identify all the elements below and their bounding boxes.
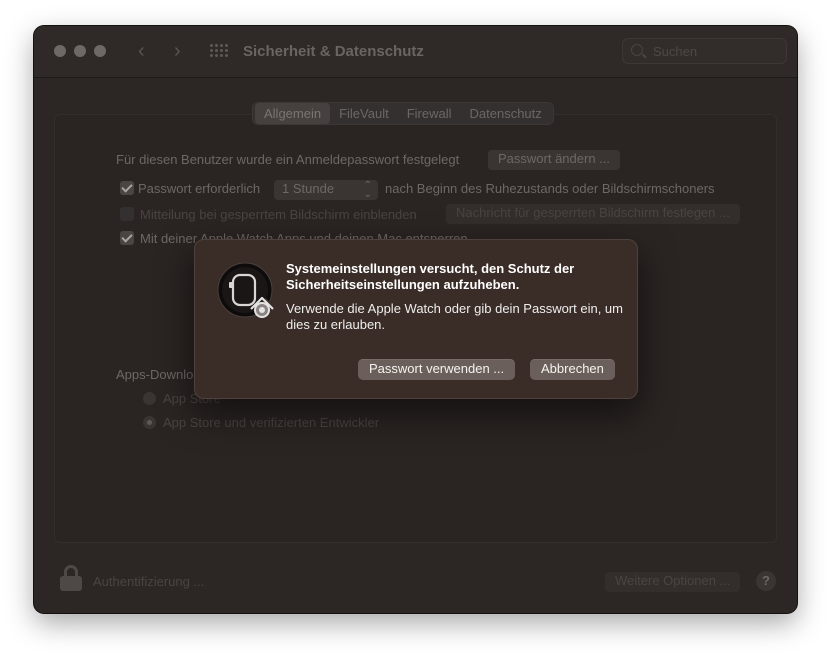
more-options-button[interactable]: Weitere Optionen ... [605,572,741,592]
auth-text: Authentifizierung ... [93,574,205,589]
lock-message-button[interactable]: Nachricht für gesperrten Bildschirm fest… [446,204,740,224]
search-icon [631,44,643,56]
minimize-button[interactable] [74,45,86,57]
cancel-button[interactable]: Abbrechen [530,359,615,380]
auth-dialog: Systemeinstellungen versucht, den Schutz… [194,239,638,399]
tab-filevault[interactable]: FileVault [330,103,398,124]
change-password-button[interactable]: Passwort ändern ... [488,150,620,170]
tab-bar: Allgemein FileVault Firewall Datenschutz [252,102,554,125]
require-password-label: Passwort erforderlich [138,181,261,196]
zoom-button[interactable] [94,45,106,57]
back-arrow-icon[interactable]: ‹ [138,40,145,63]
chevron-updown-icon: ⌃ ⌄ [363,180,372,200]
lock-message-checkbox[interactable] [120,207,134,221]
tab-firewall[interactable]: Firewall [398,103,461,124]
help-button[interactable]: ? [756,571,776,591]
close-button[interactable] [54,45,66,57]
dialog-message: Verwende die Apple Watch oder gib dein P… [286,301,623,332]
radio-app-store-devs[interactable] [143,416,156,429]
titlebar: ‹ › Sicherheit & Datenschutz Suchen [34,26,797,78]
search-field[interactable]: Suchen [622,38,787,64]
password-set-text: Für diesen Benutzer wurde ein Anmeldepas… [116,152,460,167]
require-password-suffix: nach Beginn des Ruhezustands oder Bildsc… [385,181,715,196]
require-password-checkbox[interactable] [120,181,134,195]
radio-app-store-devs-label: App Store und verifizierten Entwickler [163,415,380,430]
window-title: Sicherheit & Datenschutz [243,43,424,60]
show-all-grid-icon[interactable] [210,44,228,58]
search-placeholder: Suchen [653,44,698,59]
apple-watch-unlock-checkbox[interactable] [120,231,134,245]
tab-allgemein[interactable]: Allgemein [255,103,331,124]
require-password-delay-value: 1 Stunde [282,181,335,196]
lock-icon[interactable] [60,565,82,591]
require-password-delay-select[interactable]: 1 Stunde ⌃ ⌄ [274,180,378,200]
tab-datenschutz[interactable]: Datenschutz [461,103,551,124]
apple-watch-lock-icon [217,262,277,318]
radio-app-store[interactable] [143,392,156,405]
lock-message-label: Mitteilung bei gesperrtem Bildschirm ein… [140,207,417,222]
forward-arrow-icon[interactable]: › [174,40,181,63]
use-password-button[interactable]: Passwort verwenden ... [358,359,516,380]
dialog-title: Systemeinstellungen versucht, den Schutz… [286,261,575,292]
